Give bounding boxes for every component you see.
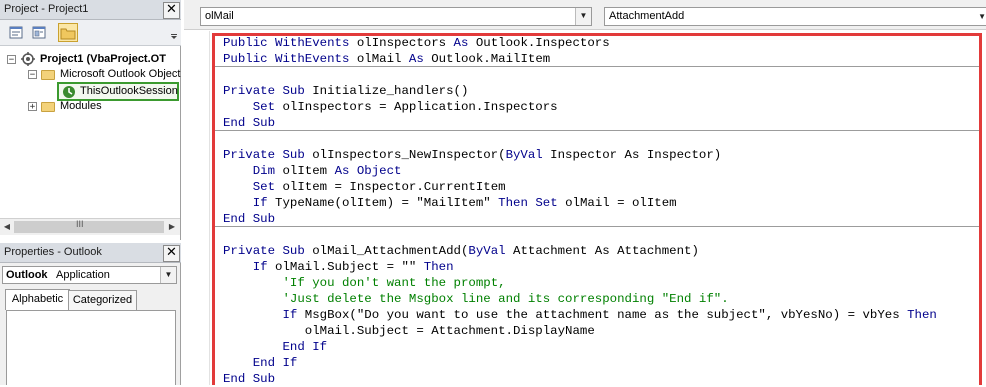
tree-item-modules[interactable]: + Modules [0,99,180,115]
view-object-button[interactable] [29,23,49,42]
procedure-combo-value: AttachmentAdd [609,10,685,22]
tree-label-project1: Project1 (VbaProject.OT [40,53,166,65]
scroll-grip: III [76,219,84,229]
object-combo-value: olMail [205,10,234,22]
properties-title-bar: Properties - Outlook ✕ [0,243,181,263]
toolbar-overflow-icon[interactable] [170,26,178,40]
folder-icon [41,70,55,80]
chevron-down-icon[interactable]: ▼ [978,8,986,25]
scroll-right-icon[interactable]: ▶ [166,219,178,234]
chevron-down-icon[interactable]: ▼ [160,267,176,283]
code-window-header: olMail ▼ AttachmentAdd ▼ [184,0,986,30]
properties-grid [6,310,176,385]
tab-alphabetic[interactable]: Alphabetic [5,289,70,310]
tree-label-modules: Modules [60,100,102,112]
close-icon[interactable]: ✕ [163,2,180,19]
tree-label-outlook-objects: Microsoft Outlook Object [60,68,181,80]
toggle-folders-icon [60,28,76,40]
code-highlight-box [212,33,982,385]
folder-icon [41,102,55,112]
view-code-button[interactable] [6,23,26,42]
code-margin [184,31,210,385]
view-object-icon [32,26,46,39]
project-tree-scrollbar[interactable]: ◀ III ▶ [0,218,180,235]
project-tree: − Project1 (VbaProject.OT − Microsoft Ou… [0,46,180,218]
scroll-left-icon[interactable]: ◀ [1,219,13,234]
tree-item-outlook-objects[interactable]: − Microsoft Outlook Object [0,67,180,83]
project-explorer-toolbar [0,20,181,46]
close-icon[interactable]: ✕ [163,245,180,262]
view-code-icon [9,26,23,39]
object-type: Application [56,269,110,281]
tree-item-project1[interactable]: − Project1 (VbaProject.OT [0,52,180,68]
scrollbar-thumb[interactable] [14,221,164,233]
expand-icon[interactable]: + [28,102,37,112]
procedure-combo[interactable]: AttachmentAdd ▼ [604,7,986,26]
tab-categorized[interactable]: Categorized [68,290,137,310]
tree-label-thisoutlooksession: ThisOutlookSession [80,85,178,97]
object-combo[interactable]: olMail ▼ [200,7,592,26]
collapse-icon[interactable]: − [7,55,16,65]
chevron-down-icon[interactable]: ▼ [575,8,591,25]
properties-title: Properties - Outlook [4,246,102,258]
object-select-dropdown[interactable]: Outlook Application ▼ [2,266,177,284]
project-explorer-title-bar: Project - Project1 ✕ [0,0,181,20]
toggle-folders-button[interactable] [58,23,78,42]
project-explorer-title: Project - Project1 [4,3,89,15]
object-name: Outlook [6,269,48,281]
collapse-icon[interactable]: − [28,70,37,80]
